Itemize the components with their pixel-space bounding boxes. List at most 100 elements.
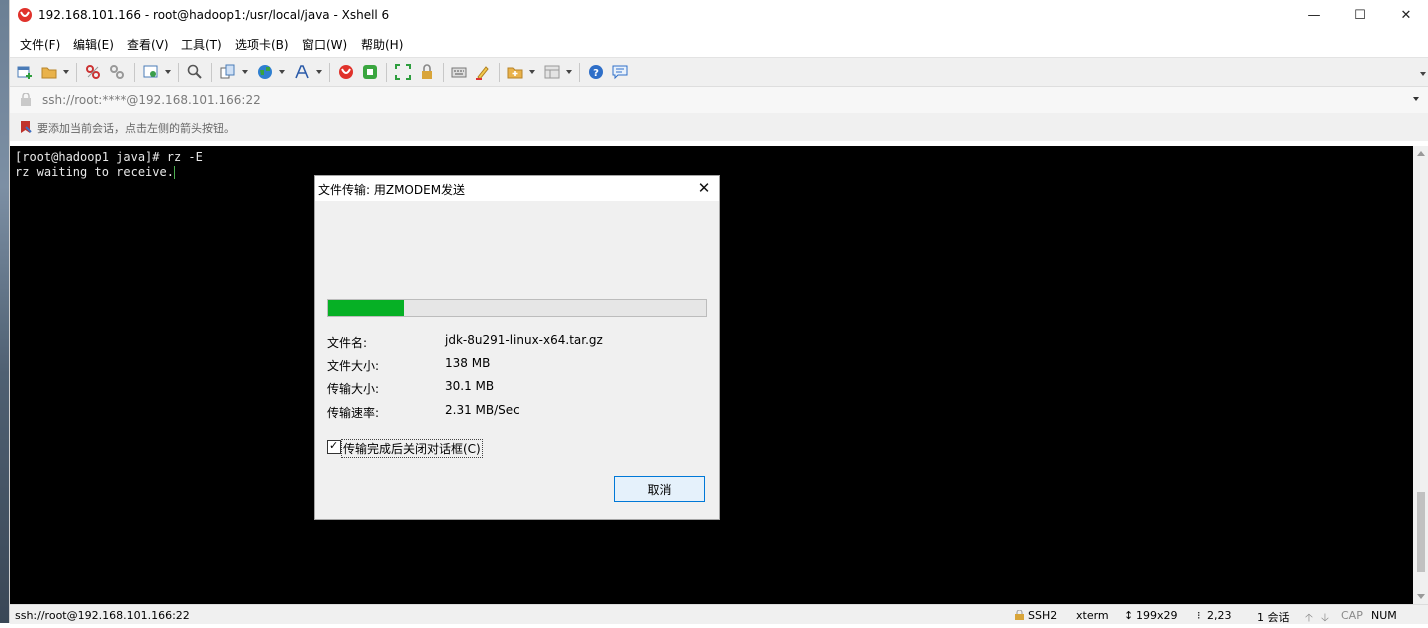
properties-icon[interactable]: [143, 64, 159, 80]
dialog-close-button[interactable]: ✕: [695, 179, 713, 197]
globe-dropdown-icon[interactable]: [279, 70, 285, 74]
status-terminal-type: xterm: [1076, 609, 1109, 622]
transfer-rate-value: 2.31 MB/Sec: [445, 403, 520, 417]
xshell-logo-icon: [18, 8, 32, 22]
maximize-icon: ☐: [1354, 8, 1366, 23]
minimize-button[interactable]: —: [1291, 0, 1337, 31]
properties-dropdown-icon[interactable]: [165, 70, 171, 74]
window-title: 192.168.101.166 - root@hadoop1:/usr/loca…: [38, 8, 390, 22]
status-num: NUM: [1371, 609, 1397, 622]
address-bar[interactable]: ssh://root:****@192.168.101.166:22: [10, 86, 1428, 114]
font-dropdown-icon[interactable]: [316, 70, 322, 74]
keyboard-icon[interactable]: [451, 64, 467, 80]
status-size: 199x29: [1136, 609, 1178, 622]
toolbar-separator: [499, 63, 500, 82]
copy-icon[interactable]: [220, 64, 236, 80]
status-protocol: SSH2: [1028, 609, 1058, 622]
terminal-line: rz waiting to receive.: [15, 165, 174, 179]
menu-view[interactable]: 查看(V): [127, 36, 169, 53]
layout-dropdown-icon[interactable]: [566, 70, 572, 74]
terminal-line-with-cursor: rz waiting to receive.: [15, 165, 175, 179]
lock-icon: [21, 93, 31, 106]
toolbar-separator: [329, 63, 330, 82]
menu-tabs[interactable]: 选项卡(B): [235, 36, 289, 53]
chat-icon[interactable]: [612, 64, 628, 80]
svg-text:?: ?: [593, 68, 599, 79]
new-session-icon[interactable]: [17, 64, 33, 80]
cursor-position-icon: ⁝: [1197, 609, 1201, 622]
help-icon[interactable]: ?: [588, 64, 604, 80]
toolbar-separator: [178, 63, 179, 82]
new-tab-icon[interactable]: [507, 64, 523, 80]
checkmark-icon: ✓: [329, 439, 339, 452]
scroll-down-arrow-icon[interactable]: [1417, 594, 1425, 599]
status-caps: CAP: [1341, 609, 1363, 622]
transferred-size-value: 30.1 MB: [445, 379, 495, 393]
reconnect-icon[interactable]: [109, 64, 125, 80]
chevron-down-icon[interactable]: [1413, 97, 1419, 101]
close-on-complete-label[interactable]: 传输完成后关闭对话框(C): [341, 439, 483, 458]
toolbar-separator: [134, 63, 135, 82]
tip-bar: 要添加当前会话，点击左侧的箭头按钮。: [10, 113, 1428, 141]
arrow-up-icon[interactable]: 🡡: [1305, 609, 1313, 628]
open-folder-icon[interactable]: [41, 64, 57, 80]
menu-file[interactable]: 文件(F): [20, 36, 60, 53]
toolbar-separator: [443, 63, 444, 82]
new-tab-dropdown-icon[interactable]: [529, 70, 535, 74]
layout-icon[interactable]: [544, 64, 560, 80]
file-transfer-dialog: 文件传输: 用ZMODEM发送 ✕ 文件名: jdk-8u291-linux-x…: [314, 175, 720, 520]
file-name-label: 文件名:: [327, 336, 368, 350]
terminal-scrollbar[interactable]: [1413, 146, 1428, 604]
menu-help[interactable]: 帮助(H): [361, 36, 403, 53]
progress-fill: [328, 300, 404, 316]
minimize-icon: —: [1307, 8, 1321, 23]
terminal-line: [root@hadoop1 java]# rz -E: [15, 150, 203, 164]
status-bar: ssh://root@192.168.101.166:22 SSH2 xterm…: [10, 604, 1428, 624]
status-cursor-position: 2,23: [1207, 609, 1232, 622]
tip-text: 要添加当前会话，点击左侧的箭头按钮。: [37, 122, 235, 135]
file-name-value: jdk-8u291-linux-x64.tar.gz: [445, 333, 603, 347]
terminal-cursor: [173, 166, 175, 179]
highlight-icon[interactable]: [475, 64, 491, 80]
font-icon[interactable]: [294, 64, 310, 80]
scroll-up-arrow-icon[interactable]: [1417, 151, 1425, 156]
toolbar-overflow-icon[interactable]: [1420, 72, 1426, 76]
toolbar-separator: [579, 63, 580, 82]
arrow-down-icon[interactable]: 🡣: [1321, 609, 1329, 628]
address-text[interactable]: ssh://root:****@192.168.101.166:22: [42, 93, 261, 107]
close-window-button[interactable]: ✕: [1383, 0, 1428, 31]
cancel-button[interactable]: 取消: [614, 476, 705, 502]
lock-icon: [1015, 610, 1024, 620]
desktop-background: [0, 0, 9, 623]
dialog-title-bar: 文件传输: 用ZMODEM发送 ✕: [315, 176, 719, 201]
menu-tools[interactable]: 工具(T): [181, 36, 222, 53]
globe-icon[interactable]: [257, 64, 273, 80]
close-icon: ✕: [697, 179, 711, 197]
toolbar-separator: [211, 63, 212, 82]
menu-edit[interactable]: 编辑(E): [73, 36, 114, 53]
fullscreen-icon[interactable]: [395, 64, 411, 80]
toolbar: ?: [10, 57, 1428, 87]
file-size-label: 文件大小:: [327, 359, 380, 373]
xshell-icon[interactable]: [338, 64, 354, 80]
scroll-thumb[interactable]: [1417, 492, 1425, 572]
copy-dropdown-icon[interactable]: [242, 70, 248, 74]
resize-icon: ↕: [1124, 609, 1134, 622]
close-on-complete-checkbox[interactable]: ✓: [327, 439, 341, 454]
menu-window[interactable]: 窗口(W): [302, 36, 347, 53]
transfer-rate-label: 传输速率:: [327, 406, 380, 420]
lock-icon[interactable]: [419, 64, 435, 80]
bookmark-arrow-icon[interactable]: [19, 120, 33, 134]
disconnect-icon[interactable]: [85, 64, 101, 80]
close-icon: ✕: [1400, 8, 1412, 23]
transfer-progress-bar: [327, 299, 707, 317]
toolbar-separator: [76, 63, 77, 82]
title-bar: 192.168.101.166 - root@hadoop1:/usr/loca…: [10, 0, 1428, 31]
open-dropdown-icon[interactable]: [63, 70, 69, 74]
file-size-value: 138 MB: [445, 356, 491, 370]
xftp-icon[interactable]: [362, 64, 378, 80]
status-connection: ssh://root@192.168.101.166:22: [15, 609, 190, 622]
maximize-button[interactable]: ☐: [1337, 0, 1383, 31]
menu-bar: 文件(F) 编辑(E) 查看(V) 工具(T) 选项卡(B) 窗口(W) 帮助(…: [10, 31, 1428, 57]
find-icon[interactable]: [187, 64, 203, 80]
